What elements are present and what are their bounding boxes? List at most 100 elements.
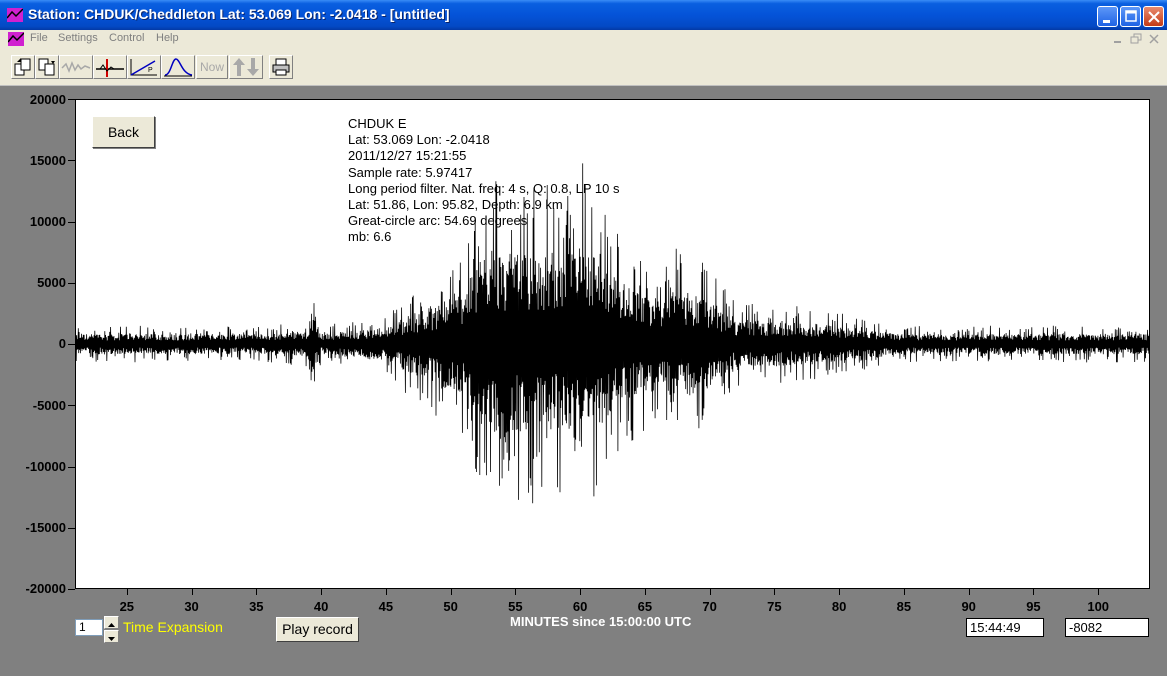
x-tick: [644, 589, 646, 595]
x-tick: [774, 589, 776, 595]
toolbar: P Now: [0, 49, 1167, 86]
chevron-down-icon: [108, 637, 115, 641]
y-tick: [68, 99, 75, 100]
spin-down-button[interactable]: [104, 630, 119, 643]
time-readout: 15:44:49: [966, 618, 1044, 637]
y-tick-label: -5000: [32, 398, 66, 413]
x-tick-label: 95: [1026, 599, 1041, 614]
x-tick-label: 40: [313, 599, 329, 614]
x-tick: [450, 589, 452, 595]
info-station-location: Lat: 53.069 Lon: -2.0418: [348, 132, 490, 148]
y-tick-label: 15000: [29, 153, 66, 168]
spectrum-button[interactable]: [161, 55, 195, 79]
y-tick-label: -15000: [25, 520, 66, 535]
value-readout: -8082: [1065, 618, 1149, 637]
x-tick-label: 55: [508, 599, 523, 614]
x-tick: [1098, 589, 1100, 595]
menu-settings[interactable]: Settings: [58, 32, 98, 44]
y-tick-label: 20000: [29, 92, 66, 107]
spin-up-button[interactable]: [104, 616, 119, 629]
pick-marker-icon: [96, 59, 124, 77]
x-tick-label: 80: [831, 599, 847, 614]
minimize-button[interactable]: [1097, 6, 1118, 27]
x-tick: [903, 589, 905, 595]
info-station: CHDUK E: [348, 116, 407, 131]
mdi-minimize-icon[interactable]: [1112, 33, 1124, 45]
info-filter: Long period filter. Nat. freq: 4 s, Q: 0…: [348, 180, 620, 196]
menu-file[interactable]: File: [30, 32, 48, 44]
y-tick-label: 0: [58, 336, 66, 351]
pick-button[interactable]: [93, 55, 127, 79]
y-tick: [68, 405, 75, 407]
print-button[interactable]: [269, 55, 293, 79]
y-tick: [68, 344, 75, 345]
open-file-icon: [14, 58, 31, 76]
x-axis-title: MINUTES since 15:00:00 UTC: [510, 614, 692, 629]
y-tick: [68, 589, 75, 590]
minimize-icon: [1103, 20, 1110, 23]
y-tick: [68, 527, 75, 529]
waveform-button[interactable]: [59, 55, 93, 79]
x-tick: [968, 589, 970, 595]
x-tick-label: 70: [702, 599, 717, 614]
up-down-arrows-icon: [233, 58, 259, 76]
y-tick: [68, 282, 75, 284]
x-tick: [580, 589, 582, 595]
scroll-button[interactable]: [229, 55, 263, 79]
info-event-location: Lat: 51.86, Lon: 95.82, Depth: 6.9 km: [348, 197, 563, 213]
x-tick-label: 50: [443, 599, 458, 614]
y-tick: [68, 160, 75, 162]
x-tick: [191, 589, 193, 595]
x-tick-label: 85: [896, 599, 912, 614]
x-tick-label: 25: [119, 599, 135, 614]
info-datetime: 2011/12/27 15:21:55: [348, 148, 467, 164]
y-tick-label: -10000: [25, 459, 66, 474]
x-tick-label: 35: [249, 599, 264, 614]
x-tick: [256, 589, 258, 595]
title-bar[interactable]: Station: CHDUK/Cheddleton Lat: 53.069 Lo…: [0, 0, 1167, 30]
copy-file-icon: [38, 58, 55, 76]
menu-bar: File Settings Control Help: [0, 30, 1167, 49]
x-tick-label: 60: [572, 599, 588, 614]
x-tick: [1033, 589, 1035, 595]
mdi-close-icon[interactable]: [1148, 33, 1160, 45]
travel-time-icon: P: [130, 59, 157, 76]
y-tick-label: 10000: [29, 214, 66, 229]
waveform-icon: [61, 60, 91, 74]
app-icon: [7, 8, 23, 22]
play-record-button[interactable]: Play record: [276, 617, 359, 642]
x-tick: [515, 589, 517, 595]
mdi-restore-icon[interactable]: [1130, 33, 1142, 45]
x-tick: [321, 589, 323, 595]
chevron-up-icon: [108, 623, 115, 627]
x-tick: [709, 589, 711, 595]
maximize-button[interactable]: [1120, 6, 1141, 27]
window-title: Station: CHDUK/Cheddleton Lat: 53.069 Lo…: [28, 6, 450, 22]
back-button[interactable]: Back: [92, 116, 155, 148]
x-tick-label: 100: [1087, 599, 1110, 614]
x-tick-label: 45: [378, 599, 394, 614]
menu-control[interactable]: Control: [109, 32, 144, 44]
y-tick-label: -20000: [25, 581, 66, 596]
svg-text:P: P: [148, 67, 153, 74]
spectrum-curve-icon: [164, 58, 193, 77]
close-button[interactable]: [1143, 6, 1164, 27]
menu-help[interactable]: Help: [156, 32, 179, 44]
x-tick-label: 30: [184, 599, 199, 614]
x-tick-label: 65: [637, 599, 653, 614]
event-info: CHDUK E Lat: 53.069 Lon: -2.0418 2011/12…: [348, 116, 619, 246]
copy-file-button[interactable]: [35, 55, 59, 79]
open-file-button[interactable]: [11, 55, 35, 79]
info-great-circle-arc: Great-circle arc: 54.69 degrees: [348, 213, 528, 229]
time-expansion-label: Time Expansion: [123, 619, 223, 635]
now-button[interactable]: Now: [196, 55, 228, 79]
travel-time-button[interactable]: P: [127, 55, 161, 79]
y-tick: [68, 466, 75, 468]
x-tick-label: 75: [767, 599, 782, 614]
y-tick-label: 5000: [37, 275, 66, 290]
x-tick: [839, 589, 841, 595]
maximize-icon: [1125, 10, 1137, 22]
document-icon[interactable]: [8, 32, 24, 46]
time-expansion-input[interactable]: 1: [75, 619, 103, 636]
x-tick: [385, 589, 387, 595]
